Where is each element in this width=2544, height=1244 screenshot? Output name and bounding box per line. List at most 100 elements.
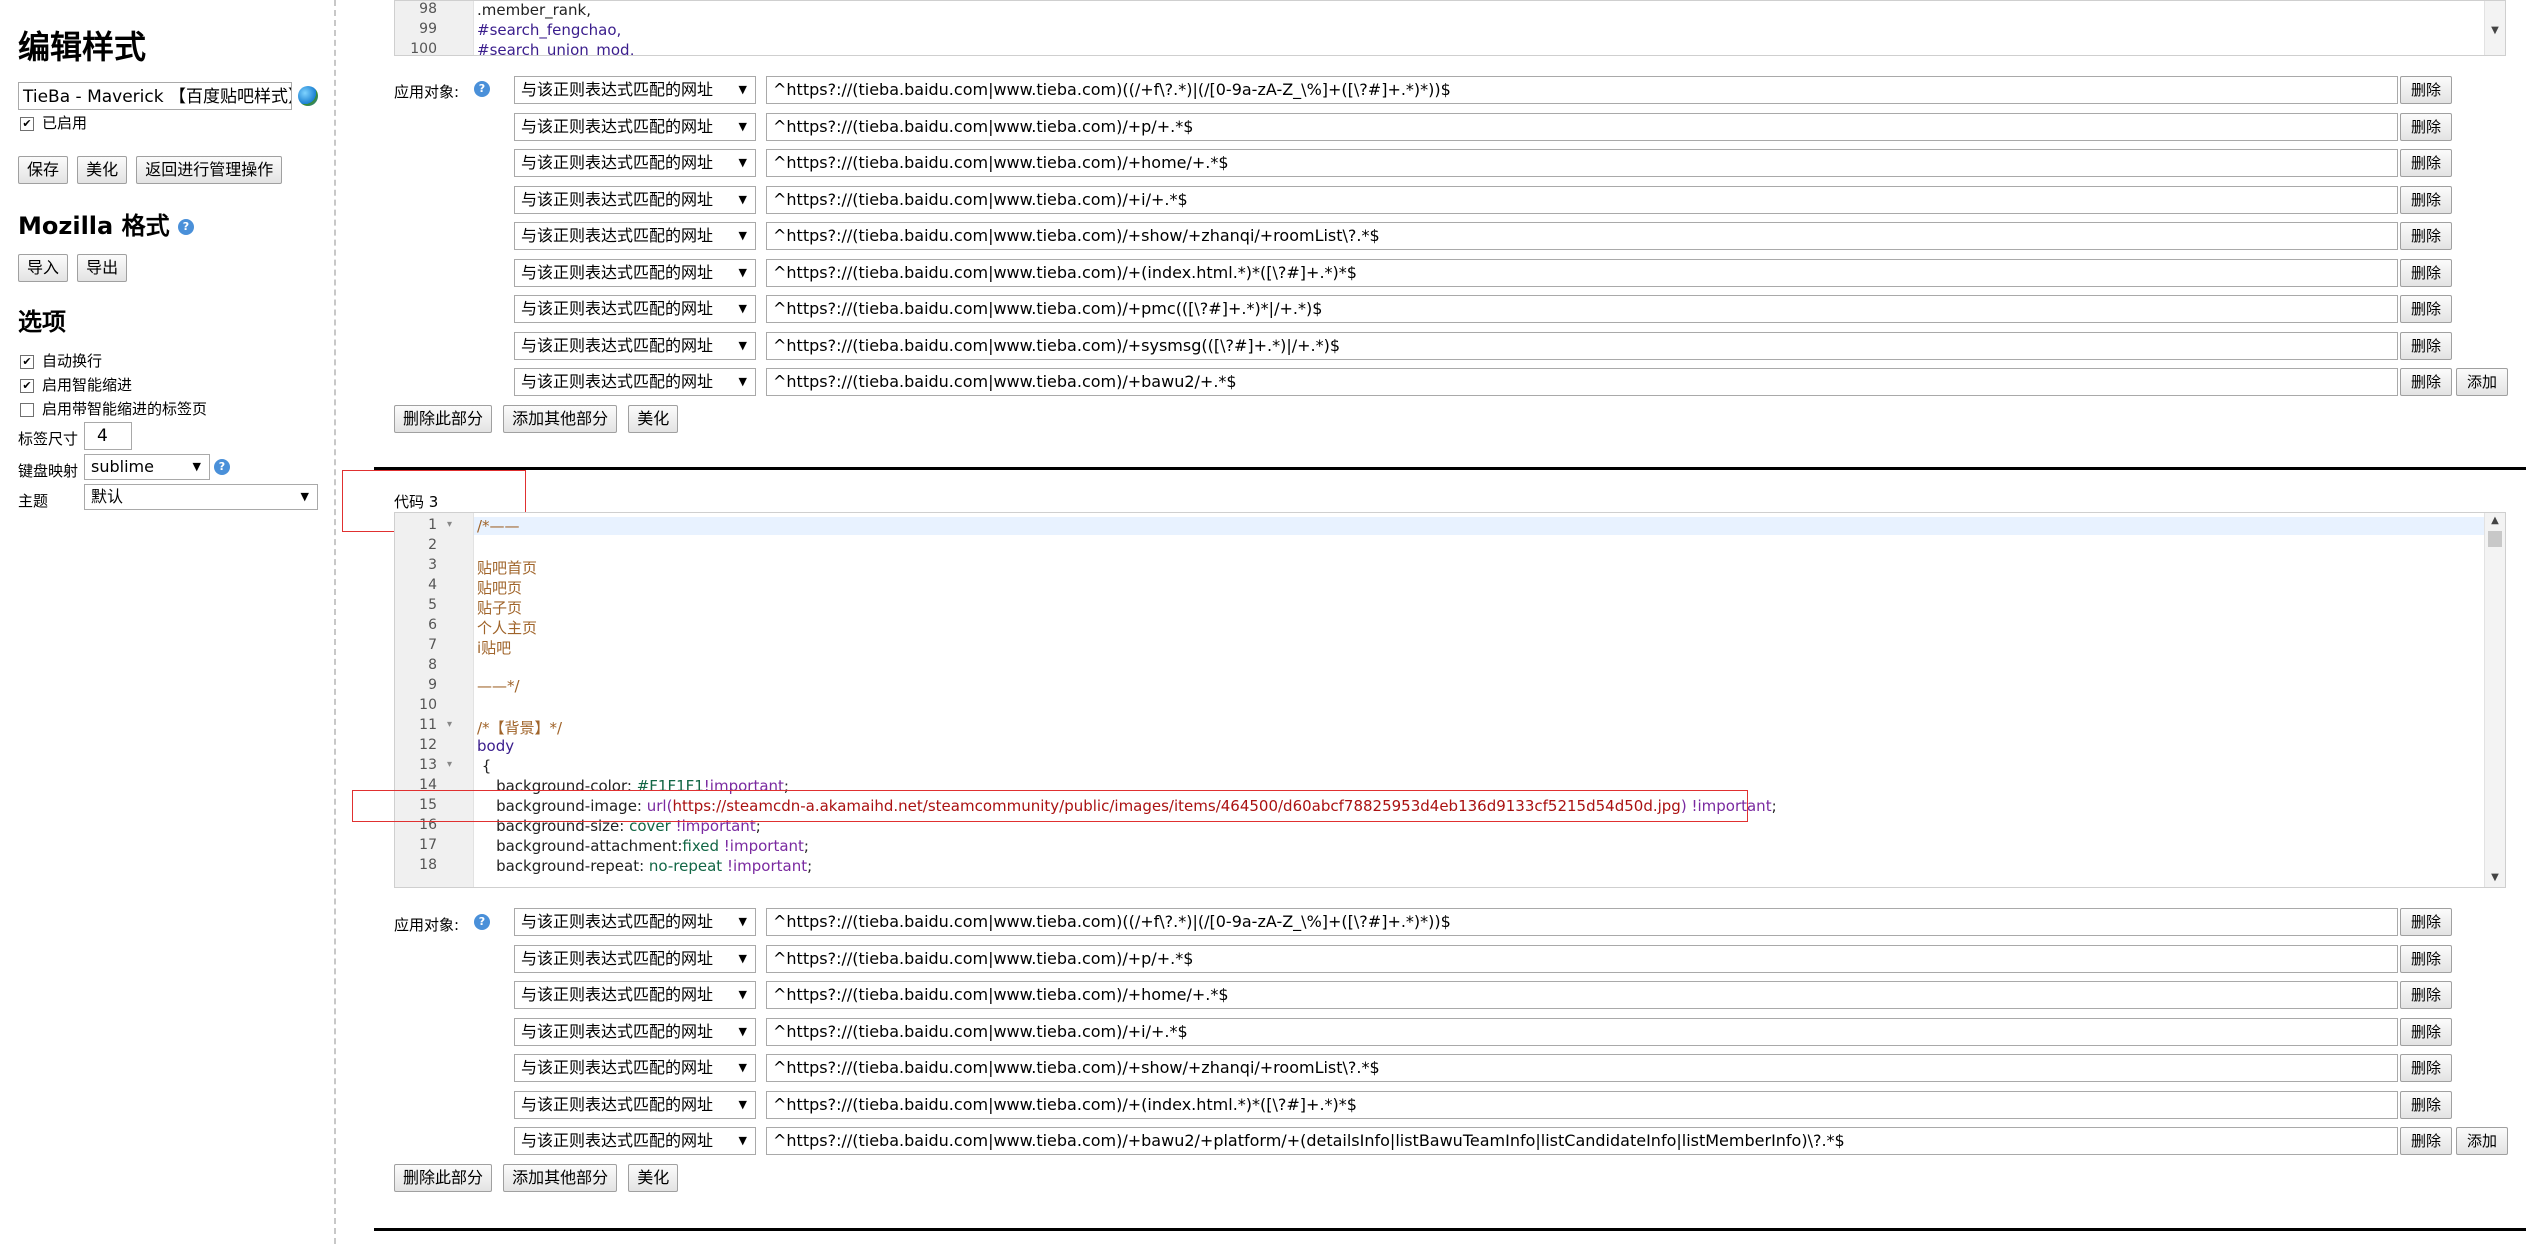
url-pattern-input[interactable]: ^https?://(tieba.baidu.com|www.tieba.com…: [766, 981, 2398, 1009]
delete-rule-button[interactable]: 删除: [2400, 112, 2452, 141]
section-divider: [374, 1228, 2526, 1231]
delete-rule-button[interactable]: 删除: [2400, 1054, 2452, 1082]
delete-rule-button[interactable]: 删除: [2400, 908, 2452, 936]
url-pattern-input[interactable]: ^https?://(tieba.baidu.com|www.tieba.com…: [766, 908, 2398, 936]
export-button[interactable]: 导出: [77, 254, 128, 282]
apply-help-icon[interactable]: ?: [474, 914, 490, 930]
delete-rule-button[interactable]: 删除: [2400, 258, 2452, 287]
fold-arrow-icon[interactable]: ▾: [447, 719, 452, 730]
css-semicolon: ;: [1771, 797, 1777, 815]
url-pattern-input[interactable]: ^https?://(tieba.baidu.com|www.tieba.com…: [766, 149, 2398, 177]
keymap-select[interactable]: sublime ▼: [84, 454, 210, 480]
match-type-select[interactable]: 与该正则表达式匹配的网址 ▼: [514, 222, 756, 250]
match-type-select[interactable]: 与该正则表达式匹配的网址 ▼: [514, 76, 756, 104]
theme-select[interactable]: 默认 ▼: [84, 484, 318, 510]
url-pattern-input[interactable]: ^https?://(tieba.baidu.com|www.tieba.com…: [766, 1054, 2398, 1082]
beautify-section-button[interactable]: 美化: [628, 1164, 679, 1192]
option-word-wrap[interactable]: ✔ 自动换行: [20, 352, 102, 370]
match-type-select[interactable]: 与该正则表达式匹配的网址 ▼: [514, 1090, 756, 1119]
apply-help-icon[interactable]: ?: [474, 81, 490, 97]
url-pattern-input[interactable]: ^https?://(tieba.baidu.com|www.tieba.com…: [766, 76, 2398, 104]
url-pattern-input[interactable]: ^https?://(tieba.baidu.com|www.tieba.com…: [766, 368, 2398, 396]
add-section-button[interactable]: 添加其他部分: [503, 1164, 618, 1192]
url-pattern-input[interactable]: ^https?://(tieba.baidu.com|www.tieba.com…: [766, 112, 2398, 141]
enabled-checkbox[interactable]: ✔: [20, 116, 34, 131]
delete-rule-button[interactable]: 删除: [2400, 149, 2452, 177]
url-pattern-input[interactable]: ^https?://(tieba.baidu.com|www.tieba.com…: [766, 185, 2398, 214]
fold-arrow-icon[interactable]: ▾: [447, 759, 452, 770]
line-number: 98: [419, 1, 437, 17]
option-smart-indent[interactable]: ✔ 启用智能缩进: [20, 376, 132, 394]
css-property: background-repeat:: [477, 857, 649, 875]
match-type-value: 与该正则表达式匹配的网址: [521, 80, 714, 99]
smart-indent-checkbox[interactable]: ✔: [20, 378, 34, 393]
editor-scrollbar[interactable]: ▼: [2484, 1, 2505, 55]
delete-section-button[interactable]: 删除此部分: [394, 405, 493, 433]
match-type-select[interactable]: 与该正则表达式匹配的网址 ▼: [514, 258, 756, 287]
save-button[interactable]: 保存: [18, 156, 69, 184]
css-property: background-attachment:: [477, 837, 683, 855]
delete-rule-button[interactable]: 删除: [2400, 944, 2452, 973]
url-pattern-input[interactable]: ^https?://(tieba.baidu.com|www.tieba.com…: [766, 295, 2398, 323]
add-rule-button[interactable]: 添加: [2456, 368, 2508, 396]
scroll-thumb[interactable]: [2488, 531, 2502, 547]
url-pattern-input[interactable]: ^https?://(tieba.baidu.com|www.tieba.com…: [766, 1127, 2398, 1155]
match-type-select[interactable]: 与该正则表达式匹配的网址 ▼: [514, 331, 756, 360]
url-pattern-input[interactable]: ^https?://(tieba.baidu.com|www.tieba.com…: [766, 944, 2398, 973]
import-button[interactable]: 导入: [18, 254, 69, 282]
chevron-down-icon: ▼: [738, 375, 747, 388]
url-pattern-input[interactable]: ^https?://(tieba.baidu.com|www.tieba.com…: [766, 258, 2398, 287]
enabled-label: 已启用: [42, 114, 88, 132]
delete-rule-button[interactable]: 删除: [2400, 222, 2452, 250]
match-type-select[interactable]: 与该正则表达式匹配的网址 ▼: [514, 1017, 756, 1046]
match-type-select[interactable]: 与该正则表达式匹配的网址 ▼: [514, 185, 756, 214]
beautify-section-button[interactable]: 美化: [628, 405, 679, 433]
editor-scrollbar[interactable]: ▲ ▼: [2484, 513, 2505, 887]
code-line: .member_rank,: [477, 1, 591, 19]
globe-icon[interactable]: [298, 86, 318, 106]
fold-arrow-icon[interactable]: ▾: [447, 519, 452, 530]
delete-rule-button[interactable]: 删除: [2400, 368, 2452, 396]
delete-rule-button[interactable]: 删除: [2400, 331, 2452, 360]
smart-indent-tabs-checkbox[interactable]: [20, 402, 34, 417]
match-type-select[interactable]: 与该正则表达式匹配的网址 ▼: [514, 368, 756, 396]
scroll-up-icon[interactable]: ▲: [2485, 515, 2505, 526]
add-section-button[interactable]: 添加其他部分: [503, 405, 618, 433]
keymap-help-icon[interactable]: ?: [214, 459, 230, 475]
match-type-select[interactable]: 与该正则表达式匹配的网址 ▼: [514, 112, 756, 141]
scroll-down-icon[interactable]: ▼: [2485, 25, 2505, 36]
style-name-input[interactable]: TieBa - Maverick 【百度贴吧样式】: [18, 82, 292, 110]
url-pattern-input[interactable]: ^https?://(tieba.baidu.com|www.tieba.com…: [766, 222, 2398, 250]
match-type-select[interactable]: 与该正则表达式匹配的网址 ▼: [514, 1127, 756, 1155]
delete-rule-button[interactable]: 删除: [2400, 1017, 2452, 1046]
delete-rule-button[interactable]: 删除: [2400, 1127, 2452, 1155]
back-to-manage-button[interactable]: 返回进行管理操作: [136, 156, 283, 184]
match-type-select[interactable]: 与该正则表达式匹配的网址 ▼: [514, 981, 756, 1009]
code-editor-2[interactable]: 98 .member_rank, 99 #search_fengchao, 10…: [394, 0, 2506, 56]
delete-rule-button[interactable]: 删除: [2400, 295, 2452, 323]
delete-rule-button[interactable]: 删除: [2400, 1090, 2452, 1119]
delete-section-button[interactable]: 删除此部分: [394, 1164, 493, 1192]
beautify-button[interactable]: 美化: [77, 156, 128, 184]
delete-rule-button[interactable]: 删除: [2400, 185, 2452, 214]
scroll-down-icon[interactable]: ▼: [2485, 872, 2505, 883]
match-type-select[interactable]: 与该正则表达式匹配的网址 ▼: [514, 1054, 756, 1082]
word-wrap-checkbox[interactable]: ✔: [20, 354, 34, 369]
chevron-down-icon: ▼: [738, 915, 747, 928]
match-type-select[interactable]: 与该正则表达式匹配的网址 ▼: [514, 295, 756, 323]
code-editor-3[interactable]: 1 ▾ /*—— 2 3 贴吧首页 4 贴吧页 5 贴子页 6 个人主页 7 i贴吧 8 9 ——*/ 10 11 ▾…: [394, 512, 2506, 888]
url-pattern-input[interactable]: ^https?://(tieba.baidu.com|www.tieba.com…: [766, 331, 2398, 360]
tab-size-input[interactable]: 4: [84, 422, 132, 450]
option-smart-indent-tabs[interactable]: 启用带智能缩进的标签页: [20, 400, 207, 418]
url-pattern-input[interactable]: ^https?://(tieba.baidu.com|www.tieba.com…: [766, 1090, 2398, 1119]
match-type-select[interactable]: 与该正则表达式匹配的网址 ▼: [514, 908, 756, 936]
url-pattern-input[interactable]: ^https?://(tieba.baidu.com|www.tieba.com…: [766, 1017, 2398, 1046]
delete-rule-button[interactable]: 删除: [2400, 981, 2452, 1009]
match-type-select[interactable]: 与该正则表达式匹配的网址 ▼: [514, 944, 756, 973]
enabled-checkbox-row[interactable]: ✔ 已启用: [20, 114, 87, 132]
delete-rule-button[interactable]: 删除: [2400, 76, 2452, 104]
help-icon[interactable]: ?: [177, 219, 194, 235]
match-type-select[interactable]: 与该正则表达式匹配的网址 ▼: [514, 149, 756, 177]
add-rule-button[interactable]: 添加: [2456, 1127, 2508, 1155]
match-type-value: 与该正则表达式匹配的网址: [521, 372, 714, 391]
